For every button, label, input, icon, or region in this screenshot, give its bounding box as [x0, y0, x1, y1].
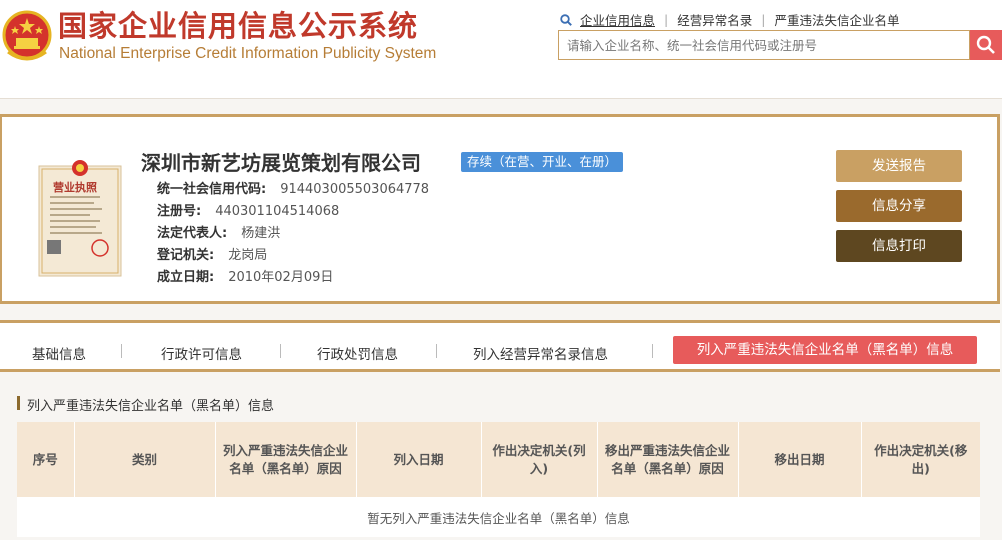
link-divider: | [761, 12, 766, 27]
col-removal-authority: 作出决定机关(移出) [861, 422, 980, 497]
magnifier-icon [976, 35, 995, 54]
field-value: 440301104514068 [215, 204, 340, 219]
field-value: 龙岗局 [228, 248, 268, 263]
site-header: 国家企业信用信息公示系统 National Enterprise Credit … [0, 0, 1002, 98]
field-label: 注册号: [157, 204, 202, 219]
col-listing-date: 列入日期 [356, 422, 482, 497]
tab-abnormal-list[interactable]: 列入经营异常名录信息 [473, 343, 608, 363]
table-header-row: 序号 类别 列入严重违法失信企业名单（黑名单）原因 列入日期 作出决定机关(列入… [17, 422, 980, 497]
col-removal-date: 移出日期 [738, 422, 862, 497]
send-report-button[interactable]: 发送报告 [836, 150, 962, 182]
search-box [558, 30, 970, 60]
share-info-button[interactable]: 信息分享 [836, 190, 962, 222]
tab-divider [436, 344, 437, 358]
field-value: 杨建洪 [241, 226, 281, 241]
top-links: 企业信用信息 | 经营异常名录 | 严重违法失信企业名单 [560, 10, 899, 29]
national-emblem-icon [2, 10, 52, 61]
col-listing-authority: 作出决定机关(列入) [481, 422, 598, 497]
link-blacklist[interactable]: 严重违法失信企业名单 [774, 10, 899, 29]
tab-admin-penalty[interactable]: 行政处罚信息 [317, 343, 398, 363]
link-credit-info[interactable]: 企业信用信息 [580, 10, 655, 29]
search-input[interactable] [559, 31, 969, 59]
section-title: 列入严重违法失信企业名单（黑名单）信息 [27, 399, 275, 414]
site-subtitle: National Enterprise Credit Information P… [59, 45, 437, 62]
business-license-icon [38, 158, 122, 278]
tab-admin-license[interactable]: 行政许可信息 [161, 343, 242, 363]
field-label: 统一社会信用代码: [157, 182, 267, 197]
info-founded: 成立日期: 2010年02月09日 [157, 266, 333, 285]
field-value: 914403005503064778 [280, 182, 430, 197]
status-badge: 存续（在营、开业、在册） [461, 152, 624, 172]
print-info-button[interactable]: 信息打印 [836, 230, 962, 262]
company-name: 深圳市新艺坊展览策划有限公司 [141, 151, 421, 175]
info-tabs: 基础信息 行政许可信息 行政处罚信息 列入经营异常名录信息 列入严重违法失信企业… [0, 320, 1000, 372]
info-legal-rep: 法定代表人: 杨建洪 [157, 222, 280, 241]
license-label: 营业执照 [53, 181, 97, 194]
section-marker [17, 396, 20, 410]
col-category: 类别 [74, 422, 216, 497]
empty-message: 暂无列入严重违法失信企业名单（黑名单）信息 [17, 497, 980, 537]
search-icon [560, 13, 572, 26]
table-row: 暂无列入严重违法失信企业名单（黑名单）信息 [17, 497, 980, 537]
info-reg-number: 注册号: 440301104514068 [157, 200, 339, 219]
info-credit-code: 统一社会信用代码: 914403005503064778 [157, 178, 429, 197]
search-button[interactable] [970, 30, 1002, 60]
col-removal-reason: 移出严重违法失信企业名单（黑名单）原因 [597, 422, 739, 497]
tab-divider [652, 344, 653, 358]
tab-blacklist[interactable]: 列入严重违法失信企业名单（黑名单）信息 [673, 336, 977, 364]
link-divider: | [664, 12, 669, 27]
link-abnormal-list[interactable]: 经营异常名录 [677, 10, 752, 29]
tab-basic-info[interactable]: 基础信息 [32, 343, 86, 363]
col-index: 序号 [17, 422, 75, 497]
field-label: 法定代表人: [157, 226, 228, 241]
blacklist-table: 序号 类别 列入严重违法失信企业名单（黑名单）原因 列入日期 作出决定机关(列入… [17, 422, 980, 537]
field-label: 成立日期: [157, 270, 215, 285]
field-value: 2010年02月09日 [228, 270, 334, 285]
tab-divider [280, 344, 281, 358]
info-authority: 登记机关: 龙岗局 [157, 244, 267, 263]
site-title: 国家企业信用信息公示系统 [58, 9, 419, 43]
col-listing-reason: 列入严重违法失信企业名单（黑名单）原因 [215, 422, 357, 497]
field-label: 登记机关: [157, 248, 215, 263]
tab-divider [121, 344, 122, 358]
